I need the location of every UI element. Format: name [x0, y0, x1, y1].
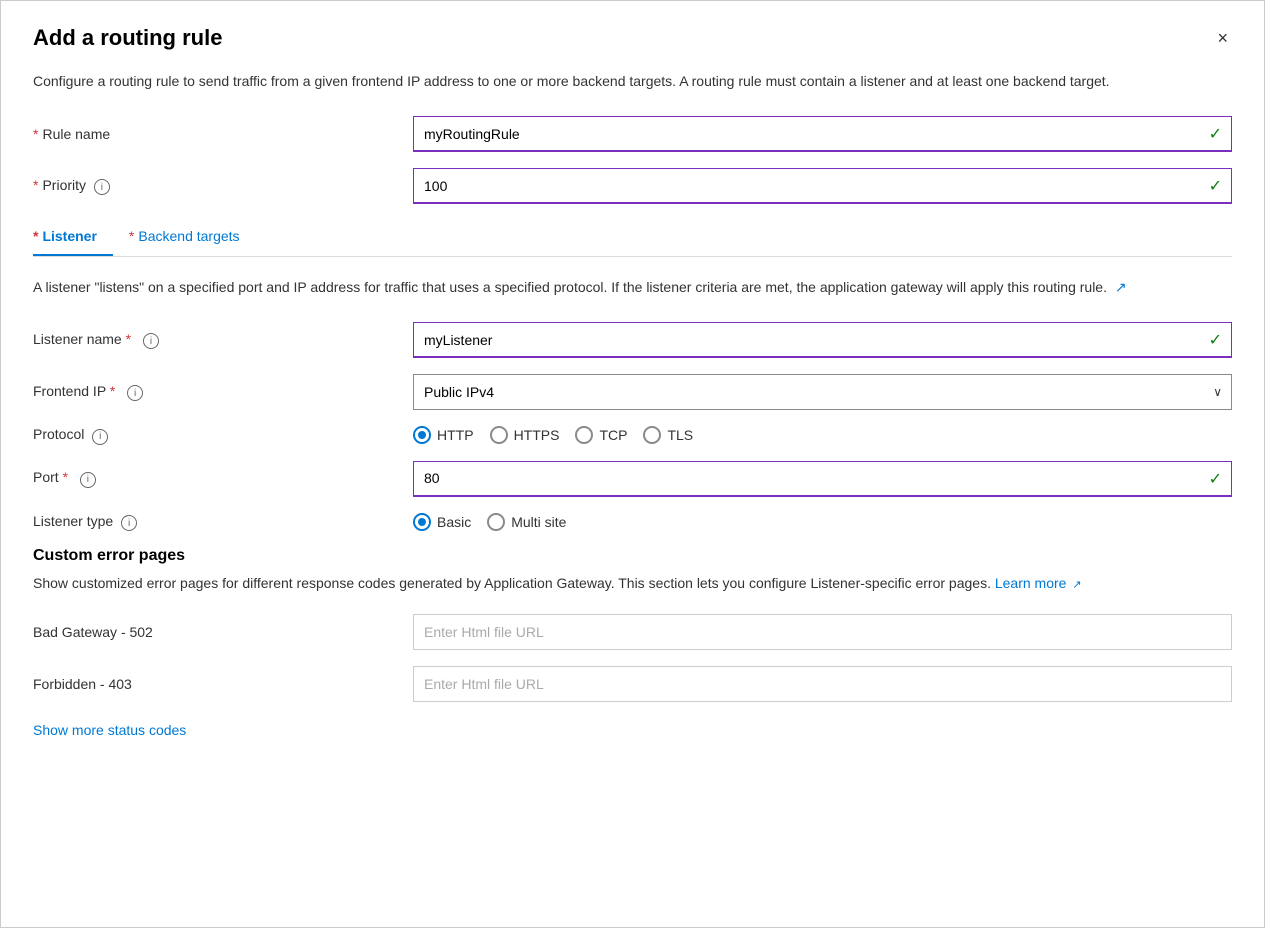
frontend-ip-required: * — [110, 383, 115, 399]
listener-description: A listener "listens" on a specified port… — [33, 277, 1232, 298]
listener-name-required: * — [126, 331, 131, 347]
bad-gateway-row: Bad Gateway - 502 — [33, 614, 1232, 650]
listener-name-input-wrapper: ✓ — [413, 322, 1232, 358]
port-required: * — [63, 469, 68, 485]
port-check-icon: ✓ — [1209, 469, 1222, 489]
forbidden-input[interactable] — [413, 666, 1232, 702]
add-routing-rule-dialog: Add a routing rule × Configure a routing… — [0, 0, 1265, 928]
bad-gateway-input[interactable] — [413, 614, 1232, 650]
frontend-ip-select-wrapper: Public IPv4 Private IPv4 ∨ — [413, 374, 1232, 410]
protocol-http-radio[interactable] — [413, 426, 431, 444]
priority-label: *Priority i — [33, 177, 413, 196]
bad-gateway-label: Bad Gateway - 502 — [33, 624, 413, 640]
learn-more-link[interactable]: Learn more ↗ — [995, 575, 1082, 591]
frontend-ip-select[interactable]: Public IPv4 Private IPv4 — [413, 374, 1232, 410]
tab-listener[interactable]: *Listener — [33, 220, 113, 256]
close-button[interactable]: × — [1213, 25, 1232, 51]
frontend-ip-label: Frontend IP * i — [33, 383, 413, 402]
rule-name-label: *Rule name — [33, 126, 413, 142]
protocol-label: Protocol i — [33, 426, 413, 445]
priority-input-wrapper: ✓ — [413, 168, 1232, 204]
listener-type-label: Listener type i — [33, 513, 413, 532]
listener-name-info-icon[interactable]: i — [143, 333, 159, 349]
listener-type-basic-label[interactable]: Basic — [413, 513, 471, 531]
listener-type-multisite-label[interactable]: Multi site — [487, 513, 566, 531]
protocol-tcp-radio[interactable] — [575, 426, 593, 444]
tabs-container: *Listener *Backend targets — [33, 220, 1232, 256]
listener-type-multisite-radio[interactable] — [487, 513, 505, 531]
listener-name-row: Listener name * i ✓ — [33, 322, 1232, 358]
port-input[interactable] — [413, 461, 1232, 497]
listener-name-check-icon: ✓ — [1209, 330, 1222, 350]
protocol-tls-radio[interactable] — [643, 426, 661, 444]
rule-name-check-icon: ✓ — [1209, 124, 1222, 144]
protocol-row: Protocol i HTTP HTTPS TCP TLS — [33, 426, 1232, 445]
custom-error-description: Show customized error pages for differen… — [33, 573, 1232, 594]
show-more-status-codes-link[interactable]: Show more status codes — [33, 722, 186, 738]
custom-error-pages-section: Custom error pages Show customized error… — [33, 547, 1232, 738]
protocol-http-label[interactable]: HTTP — [413, 426, 474, 444]
port-input-wrapper: ✓ — [413, 461, 1232, 497]
custom-error-heading: Custom error pages — [33, 547, 1232, 565]
priority-row: *Priority i ✓ — [33, 168, 1232, 204]
learn-more-external-icon: ↗ — [1072, 579, 1081, 591]
tabs-divider — [33, 256, 1232, 257]
frontend-ip-row: Frontend IP * i Public IPv4 Private IPv4… — [33, 374, 1232, 410]
priority-check-icon: ✓ — [1209, 176, 1222, 196]
frontend-ip-info-icon[interactable]: i — [127, 385, 143, 401]
protocol-radio-group: HTTP HTTPS TCP TLS — [413, 426, 693, 444]
protocol-https-radio[interactable] — [490, 426, 508, 444]
protocol-tls-label[interactable]: TLS — [643, 426, 693, 444]
listener-name-input[interactable] — [413, 322, 1232, 358]
listener-type-info-icon[interactable]: i — [121, 515, 137, 531]
listener-type-row: Listener type i Basic Multi site — [33, 513, 1232, 532]
intro-description: Configure a routing rule to send traffic… — [33, 71, 1232, 92]
rule-name-required: * — [33, 126, 38, 142]
listener-external-link[interactable]: ↗ — [1115, 279, 1127, 295]
rule-name-row: *Rule name ✓ — [33, 116, 1232, 152]
port-label: Port * i — [33, 469, 413, 488]
protocol-https-label[interactable]: HTTPS — [490, 426, 560, 444]
rule-name-input[interactable] — [413, 116, 1232, 152]
dialog-header: Add a routing rule × — [33, 25, 1232, 51]
priority-info-icon[interactable]: i — [94, 179, 110, 195]
forbidden-label: Forbidden - 403 — [33, 676, 413, 692]
dialog-title: Add a routing rule — [33, 25, 222, 51]
forbidden-row: Forbidden - 403 — [33, 666, 1232, 702]
intro-text-part1: Configure a routing rule to send traffic… — [33, 73, 861, 89]
port-row: Port * i ✓ — [33, 461, 1232, 497]
rule-name-input-wrapper: ✓ — [413, 116, 1232, 152]
listener-type-basic-radio[interactable] — [413, 513, 431, 531]
priority-required: * — [33, 177, 38, 193]
listener-type-radio-group: Basic Multi site — [413, 513, 566, 531]
listener-name-label: Listener name * i — [33, 331, 413, 350]
priority-input[interactable] — [413, 168, 1232, 204]
protocol-info-icon[interactable]: i — [92, 429, 108, 445]
intro-text-part2: listener and at least one backend target… — [861, 73, 1110, 89]
protocol-tcp-label[interactable]: TCP — [575, 426, 627, 444]
tab-backend-targets[interactable]: *Backend targets — [129, 220, 256, 256]
port-info-icon[interactable]: i — [80, 472, 96, 488]
